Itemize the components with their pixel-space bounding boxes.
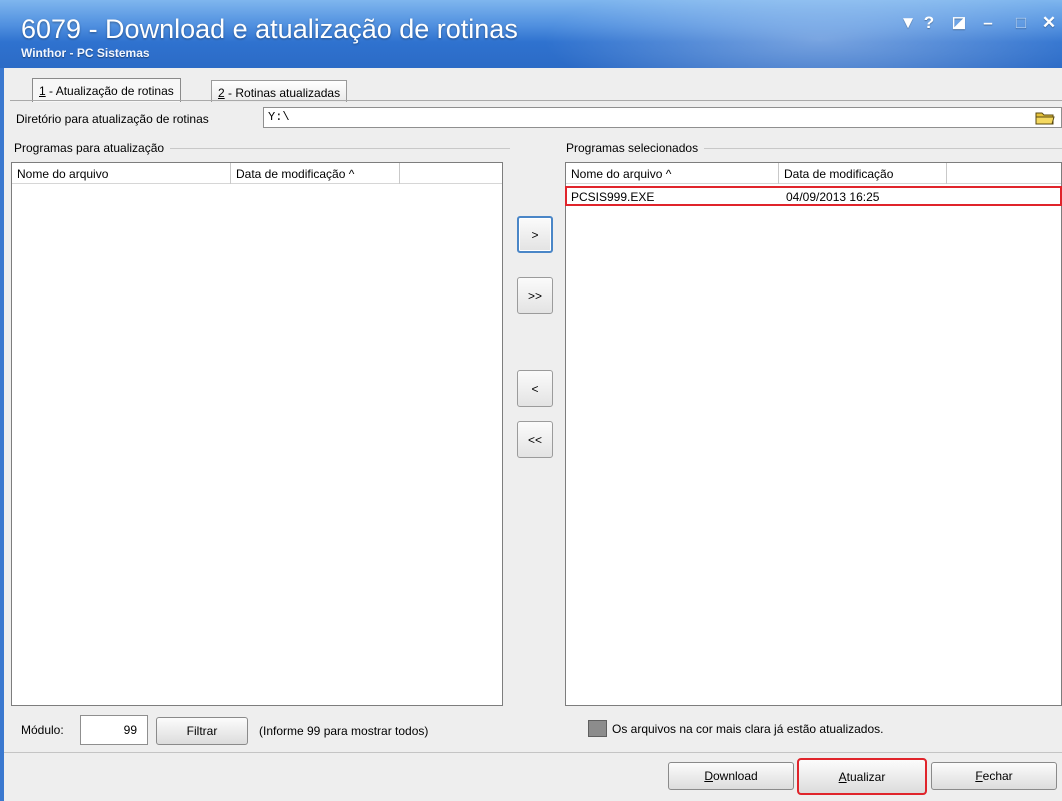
- fechar-label: echar: [982, 769, 1013, 783]
- tab-mnemonic: 2: [218, 86, 225, 100]
- row-modified-date: 04/09/2013 16:25: [786, 190, 880, 204]
- selected-programs-list[interactable]: Nome do arquivo ^ Data de modificação PC…: [565, 162, 1062, 706]
- folder-browse-icon[interactable]: [1034, 109, 1056, 126]
- add-all-button[interactable]: >>: [517, 277, 553, 314]
- atualizar-label: tualizar: [846, 769, 886, 784]
- right-group-title: Programas selecionados: [566, 141, 705, 155]
- tab-label: - Atualização de rotinas: [45, 84, 174, 98]
- title-bar: 6079 - Download e atualização de rotinas…: [0, 0, 1062, 68]
- column-data-de-modificacao[interactable]: Data de modificação: [779, 163, 947, 184]
- column-nome-do-arquivo[interactable]: Nome do arquivo ^: [566, 163, 779, 184]
- footer-separator: [4, 752, 1062, 753]
- module-hint: (Informe 99 para mostrar todos): [259, 724, 429, 738]
- available-programs-list[interactable]: Nome do arquivo Data de modificação ^: [11, 162, 503, 706]
- title-bar-shine: [520, 0, 1062, 68]
- tab-rotinas-atualizadas[interactable]: 2 - Rotinas atualizadas: [211, 80, 348, 102]
- module-input[interactable]: 99: [80, 715, 148, 745]
- download-mnemonic: D: [704, 769, 713, 783]
- remove-all-button[interactable]: <<: [517, 421, 553, 458]
- legend-text: Os arquivos na cor mais clara já estão a…: [612, 722, 884, 736]
- download-button[interactable]: Download: [668, 762, 794, 790]
- help-icon[interactable]: ?: [918, 13, 940, 33]
- menu-dropdown-icon[interactable]: ▼: [897, 13, 919, 33]
- fechar-mnemonic: F: [975, 769, 983, 783]
- download-label: ownload: [712, 769, 758, 783]
- filter-button[interactable]: Filtrar: [156, 717, 248, 745]
- column-nome-do-arquivo[interactable]: Nome do arquivo: [12, 163, 231, 184]
- directory-input[interactable]: Y:\: [263, 107, 1062, 128]
- maximize-icon[interactable]: □: [1010, 13, 1032, 33]
- minimize-icon[interactable]: –: [977, 13, 999, 33]
- atualizar-mnemonic: A: [838, 769, 847, 784]
- close-icon[interactable]: ✕: [1038, 13, 1060, 33]
- tab-label: - Rotinas atualizadas: [224, 86, 341, 100]
- list-header: Nome do arquivo Data de modificação ^: [12, 163, 502, 184]
- left-group-title: Programas para atualização: [14, 141, 171, 155]
- tab-atualizacao-de-rotinas[interactable]: 1 - Atualização de rotinas: [32, 78, 181, 102]
- window-subtitle: Winthor - PC Sistemas: [21, 46, 150, 60]
- list-header: Nome do arquivo ^ Data de modificação: [566, 163, 1061, 184]
- tab-divider: [10, 100, 1062, 101]
- column-data-de-modificacao[interactable]: Data de modificação ^: [231, 163, 400, 184]
- restore-icon[interactable]: ◪: [948, 13, 970, 33]
- row-file-name: PCSIS999.EXE: [571, 190, 655, 204]
- atualizar-button[interactable]: Atualizar: [797, 758, 927, 795]
- table-row[interactable]: PCSIS999.EXE 04/09/2013 16:25: [565, 186, 1062, 206]
- legend-swatch: [588, 720, 607, 737]
- window-title: 6079 - Download e atualização de rotinas: [21, 14, 518, 44]
- remove-selected-button[interactable]: <: [517, 370, 553, 407]
- add-selected-button[interactable]: >: [517, 216, 553, 253]
- fechar-button[interactable]: Fechar: [931, 762, 1057, 790]
- module-label: Módulo:: [21, 723, 64, 737]
- tab-mnemonic: 1: [39, 84, 46, 98]
- directory-label: Diretório para atualização de rotinas: [16, 112, 209, 126]
